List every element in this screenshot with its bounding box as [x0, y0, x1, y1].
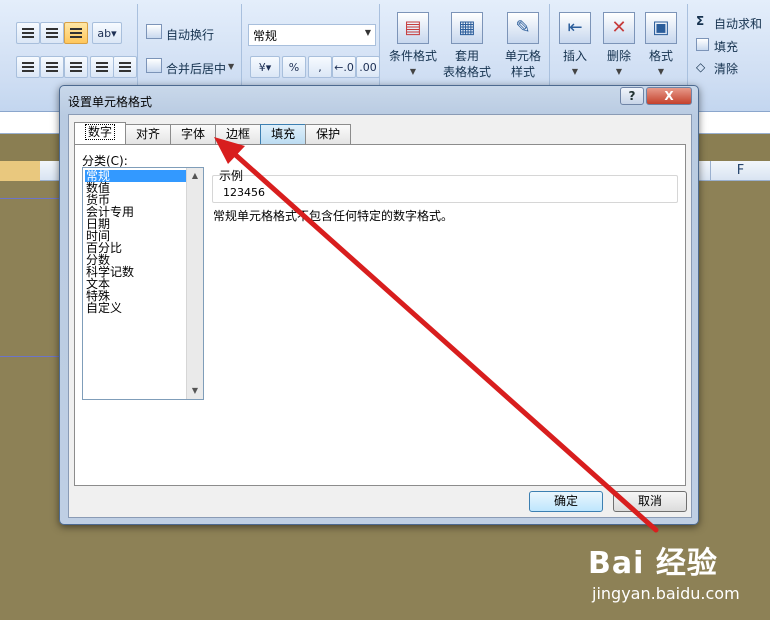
currency-icon[interactable]: ¥▾: [250, 56, 280, 78]
tab-font[interactable]: 字体: [170, 124, 217, 144]
category-item-custom[interactable]: 自定义: [85, 302, 185, 314]
chevron-down-icon: ▼: [409, 67, 417, 76]
column-header-a[interactable]: [0, 161, 40, 181]
autosum-button[interactable]: 自动求和: [714, 15, 762, 32]
conditional-format-icon: ▤: [397, 12, 429, 44]
watermark-url: jingyan.baidu.com: [592, 584, 740, 603]
chevron-down-icon[interactable]: ▼: [228, 62, 234, 71]
tab-border[interactable]: 边框: [215, 124, 262, 144]
sample-box: 123456: [212, 175, 678, 203]
tab-number[interactable]: 数字: [74, 122, 127, 144]
percent-button[interactable]: %: [282, 56, 306, 78]
grid-line: [0, 356, 60, 357]
increase-indent-icon[interactable]: [113, 56, 137, 78]
baidu-watermark: Bai 经验 jingyan.baidu.com: [588, 538, 740, 603]
watermark-brand: Bai 经验: [588, 546, 718, 581]
clear-button[interactable]: 清除: [714, 60, 738, 77]
format-icon: ▣: [645, 12, 677, 44]
sample-value: 123456: [223, 186, 265, 199]
sample-label: 示例: [219, 169, 244, 183]
align-right-icon[interactable]: [64, 56, 88, 78]
format-label: 格式: [648, 49, 673, 63]
table-format-button[interactable]: ▦ 套用 表格格式: [438, 12, 496, 80]
table-format-label-1: 套用: [454, 49, 479, 63]
tab-strip: 数字 对齐 字体 边框 填充 保护: [74, 122, 352, 144]
format-description: 常规单元格格式不包含任何特定的数字格式。: [213, 209, 454, 223]
number-group: 常规 ▼ ¥▾ % , ←.0 .00: [242, 4, 380, 94]
category-list[interactable]: 常规 数值 货币 会计专用 日期 时间 百分比 分数 科学记数 文本 特殊 自定…: [82, 167, 204, 400]
align-center-icon[interactable]: [40, 56, 64, 78]
number-tab-panel: 分类(C): 常规 数值 货币 会计专用 日期 时间 百分比 分数 科学记数 文…: [74, 144, 686, 486]
wrap-text-icon: [146, 24, 162, 39]
cell-style-button[interactable]: ✎ 单元格 样式: [494, 12, 552, 80]
conditional-format-label: 条件格式: [388, 49, 437, 63]
cell-style-label-2: 样式: [510, 65, 535, 79]
eraser-icon: ◇: [696, 60, 706, 74]
dialog-body: 数字 对齐 字体 边框 填充 保护 分类(C): 常规 数值 货币 会计专用 日…: [68, 114, 692, 518]
align-middle-icon[interactable]: [40, 22, 64, 44]
wrap-merge-group: 自动换行 合并后居中 ▼: [138, 4, 242, 94]
number-format-value: 常规: [253, 29, 278, 43]
dialog-title: 设置单元格格式: [68, 95, 153, 109]
table-format-icon: ▦: [451, 12, 483, 44]
chevron-down-icon: ▼: [364, 28, 371, 37]
delete-icon: ✕: [603, 12, 635, 44]
text-orientation-icon[interactable]: ab▾: [92, 22, 122, 44]
comma-button[interactable]: ,: [308, 56, 332, 78]
align-left-icon[interactable]: [16, 56, 40, 78]
cell-style-label-1: 单元格: [504, 49, 541, 63]
align-top-icon[interactable]: [16, 22, 40, 44]
scroll-down-icon[interactable]: ▼: [187, 383, 203, 399]
category-list-scrollbar[interactable]: ▲ ▼: [186, 168, 203, 399]
fill-icon: [696, 38, 709, 51]
cell-style-icon: ✎: [507, 12, 539, 44]
wrap-text-button[interactable]: 自动换行: [166, 26, 214, 43]
scroll-up-icon[interactable]: ▲: [187, 168, 203, 184]
close-button[interactable]: X: [646, 87, 692, 105]
format-button[interactable]: ▣ 格式 ▼: [632, 12, 690, 80]
alignment-group: ab▾: [0, 4, 138, 94]
insert-icon: ⇤: [559, 12, 591, 44]
editing-group: Σ 自动求和 填充 ◇ 清除: [690, 4, 770, 94]
ok-button[interactable]: 确定: [529, 491, 603, 512]
merge-center-button[interactable]: 合并后居中: [166, 60, 226, 77]
increase-decimal-button[interactable]: ←.0: [332, 56, 356, 78]
cells-group: ⇤ 插入 ▼ ✕ 删除 ▼ ▣ 格式 ▼: [552, 4, 688, 94]
table-format-label-2: 表格格式: [442, 65, 491, 79]
format-cells-dialog: 设置单元格格式 ? X 数字 对齐 字体 边框 填充 保护 分类(C): 常规 …: [59, 85, 699, 525]
grid-line: [0, 198, 60, 199]
tab-alignment[interactable]: 对齐: [125, 124, 172, 144]
column-header-f[interactable]: F: [710, 161, 770, 181]
number-format-select[interactable]: 常规 ▼: [248, 24, 376, 46]
tab-protection[interactable]: 保护: [305, 124, 352, 144]
tab-fill[interactable]: 填充: [260, 124, 307, 144]
help-button[interactable]: ?: [620, 87, 644, 105]
cancel-button[interactable]: 取消: [613, 491, 687, 512]
sigma-icon: Σ: [696, 14, 705, 28]
styles-group: ▤ 条件格式 ▼ ▦ 套用 表格格式 ✎ 单元格 样式: [382, 4, 550, 94]
align-bottom-icon[interactable]: [64, 22, 88, 44]
decrease-indent-icon[interactable]: [90, 56, 114, 78]
decrease-decimal-button[interactable]: .00: [356, 56, 380, 78]
chevron-down-icon: ▼: [657, 67, 665, 76]
merge-center-icon: [146, 58, 162, 73]
tab-number-label: 数字: [85, 124, 116, 140]
fill-button[interactable]: 填充: [714, 38, 738, 55]
conditional-format-button[interactable]: ▤ 条件格式 ▼: [384, 12, 442, 80]
